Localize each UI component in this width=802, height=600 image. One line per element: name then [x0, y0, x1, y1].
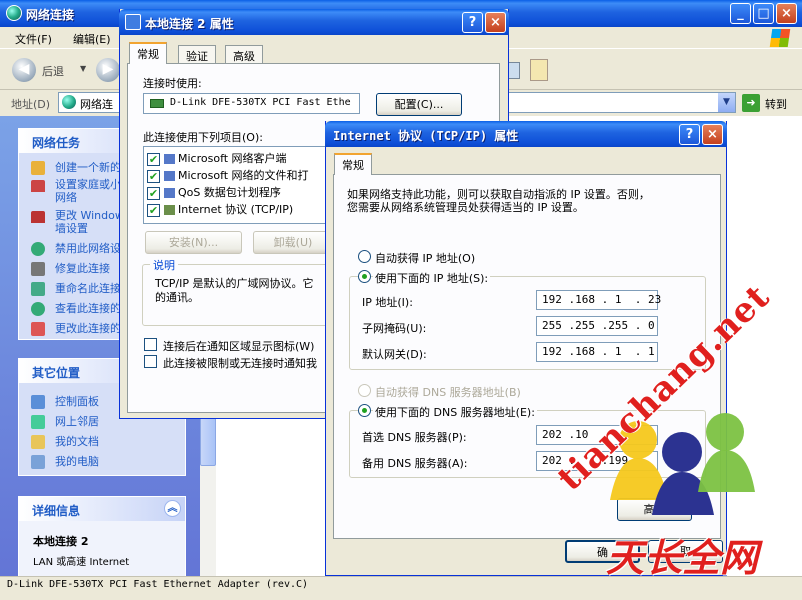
details-type: LAN 或高速 Internet [33, 557, 130, 568]
menu-edit[interactable]: 编辑(E) [73, 31, 111, 47]
address-dropdown-icon[interactable]: ▼ [718, 93, 735, 112]
disable-network-icon [31, 242, 45, 256]
my-computer-icon [31, 455, 45, 469]
address-label: 地址(D) [11, 98, 51, 111]
network-adapter-icon [150, 99, 164, 108]
collapse-chevron-icon[interactable]: ︽ [164, 500, 181, 517]
auto-dns-radio[interactable] [358, 384, 371, 397]
client-checkbox[interactable]: ✔ [147, 152, 160, 166]
uninstall-button[interactable]: 卸载(U) [253, 231, 333, 254]
status-icon [31, 302, 45, 316]
watermark-green-head [706, 413, 744, 451]
tcpip-checkbox[interactable]: ✔ [147, 203, 160, 217]
connection-close-button[interactable]: × [485, 12, 506, 33]
list-item[interactable]: ✔ QoS 数据包计划程序 [147, 184, 281, 200]
tcpip-title: Internet 协议 (TCP/IP) 属性 [333, 129, 519, 143]
preferred-dns-label: 首选 DNS 服务器(P): [362, 431, 467, 444]
explorer-title: 网络连接 [26, 8, 75, 22]
tcpip-help-button[interactable]: ? [679, 124, 700, 145]
place-my-documents[interactable]: 我的文档 [19, 433, 185, 453]
new-connection-icon [31, 161, 45, 175]
rename-icon [31, 282, 45, 296]
tcpip-tab-general[interactable]: 常规 [334, 153, 372, 175]
connection-properties-title: 本地连接 2 属性 [145, 17, 234, 31]
settings-icon [31, 322, 45, 336]
gateway-label: 默认网关(D): [362, 348, 427, 361]
client-icon [163, 154, 175, 164]
service-icon [163, 171, 175, 181]
watermark-green-body [698, 450, 755, 492]
ip-address-input[interactable]: 192 .168 . 1 . 23 [536, 290, 661, 310]
manual-dns-label[interactable]: 使用下面的 DNS 服务器地址(E): [373, 404, 537, 420]
watermark-navy-head [662, 432, 702, 472]
maximize-button[interactable]: □ [753, 3, 774, 24]
connect-using-label: 连接时使用: [143, 77, 202, 90]
install-button[interactable]: 安装(N)... [145, 231, 242, 254]
address-network-icon [62, 95, 76, 109]
adapter-name: D-Link DFE-530TX PCI Fast Ethe [170, 97, 351, 108]
list-item[interactable]: ✔ Internet 协议 (TCP/IP) [147, 201, 293, 217]
list-item[interactable]: ✔ Microsoft 网络的文件和打 [147, 167, 309, 183]
go-arrow-icon[interactable]: ➜ [742, 94, 760, 112]
gateway-input[interactable]: 192 .168 . 1 . 1 [536, 342, 658, 362]
subnet-mask-input[interactable]: 255 .255 .255 . 0 [536, 316, 658, 336]
help-button[interactable]: ? [462, 12, 483, 33]
repair-icon [31, 262, 45, 276]
address-value: 网络连 [80, 98, 113, 111]
alternate-dns-label: 备用 DNS 服务器(A): [362, 457, 468, 470]
qos-icon [163, 188, 175, 198]
place-my-computer[interactable]: 我的电脑 [19, 453, 185, 473]
windows-logo-icon [769, 29, 791, 47]
ip-address-label: IP 地址(I): [362, 296, 413, 309]
tcpip-close-button[interactable]: × [702, 124, 723, 145]
network-connections-icon [6, 5, 22, 21]
description-text-2: 的通讯。 [155, 291, 199, 304]
description-title: 说明 [150, 257, 178, 273]
show-icon-checkbox[interactable] [144, 338, 157, 351]
manual-ip-radio[interactable] [358, 270, 371, 283]
firewall-icon [31, 211, 45, 223]
watermark-brand-text: 天长全网 [606, 535, 759, 580]
show-icon-label[interactable]: 连接后在通知区域显示图标(W) [163, 338, 314, 354]
components-list[interactable]: ✔ Microsoft 网络客户端 ✔ Microsoft 网络的文件和打 ✔ … [143, 146, 333, 224]
forward-arrow-icon[interactable]: ▶ [96, 58, 120, 82]
file-sharing-checkbox[interactable]: ✔ [147, 169, 160, 183]
auto-dns-label[interactable]: 自动获得 DNS 服务器地址(B) [375, 384, 521, 400]
tab-authentication[interactable]: 验证 [178, 45, 216, 65]
manual-ip-label[interactable]: 使用下面的 IP 地址(S): [373, 270, 491, 286]
items-label: 此连接使用下列项目(O): [143, 131, 263, 144]
back-dropdown-icon[interactable]: ▼ [80, 64, 86, 73]
minimize-button[interactable]: _ [730, 3, 751, 24]
qos-checkbox[interactable]: ✔ [147, 186, 160, 200]
control-panel-icon [31, 395, 45, 409]
auto-ip-radio[interactable] [358, 250, 371, 263]
back-arrow-icon[interactable]: ◀ [12, 58, 36, 82]
go-label[interactable]: 转到 [765, 96, 787, 112]
manual-dns-radio[interactable] [358, 404, 371, 417]
details-name: 本地连接 2 [33, 535, 89, 548]
network-places-icon [31, 415, 45, 429]
protocol-icon [163, 205, 175, 215]
adapter-field: D-Link DFE-530TX PCI Fast Ethe [143, 93, 360, 114]
menu-file[interactable]: 文件(F) [15, 31, 52, 47]
connection-properties-titlebar[interactable]: 本地连接 2 属性 ? × [119, 9, 509, 35]
tab-advanced[interactable]: 高级 [225, 45, 263, 65]
connection-icon [125, 14, 141, 30]
home-network-icon [31, 180, 45, 192]
close-button[interactable]: × [776, 3, 797, 24]
auto-ip-label[interactable]: 自动获得 IP 地址(O) [375, 250, 475, 266]
back-label[interactable]: 后退 [42, 63, 64, 79]
list-item[interactable]: ✔ Microsoft 网络客户端 [147, 150, 287, 166]
subnet-mask-label: 子网掩码(U): [362, 322, 427, 335]
configure-button[interactable]: 配置(C)... [376, 93, 462, 116]
clipboard-icon[interactable] [530, 59, 548, 81]
tab-general[interactable]: 常规 [129, 42, 167, 64]
my-documents-icon [31, 435, 45, 449]
details-title[interactable]: 详细信息 ︽ [19, 497, 185, 521]
notify-checkbox[interactable] [144, 355, 157, 368]
intro-text-2: 您需要从网络系统管理员处获得适当的 IP 设置。 [347, 201, 584, 214]
tcpip-titlebar[interactable]: Internet 协议 (TCP/IP) 属性 ? × [325, 121, 727, 147]
notify-label[interactable]: 此连接被限制或无连接时通知我 [163, 355, 317, 371]
details-group: 详细信息 ︽ 本地连接 2 LAN 或高速 Internet [18, 496, 186, 579]
